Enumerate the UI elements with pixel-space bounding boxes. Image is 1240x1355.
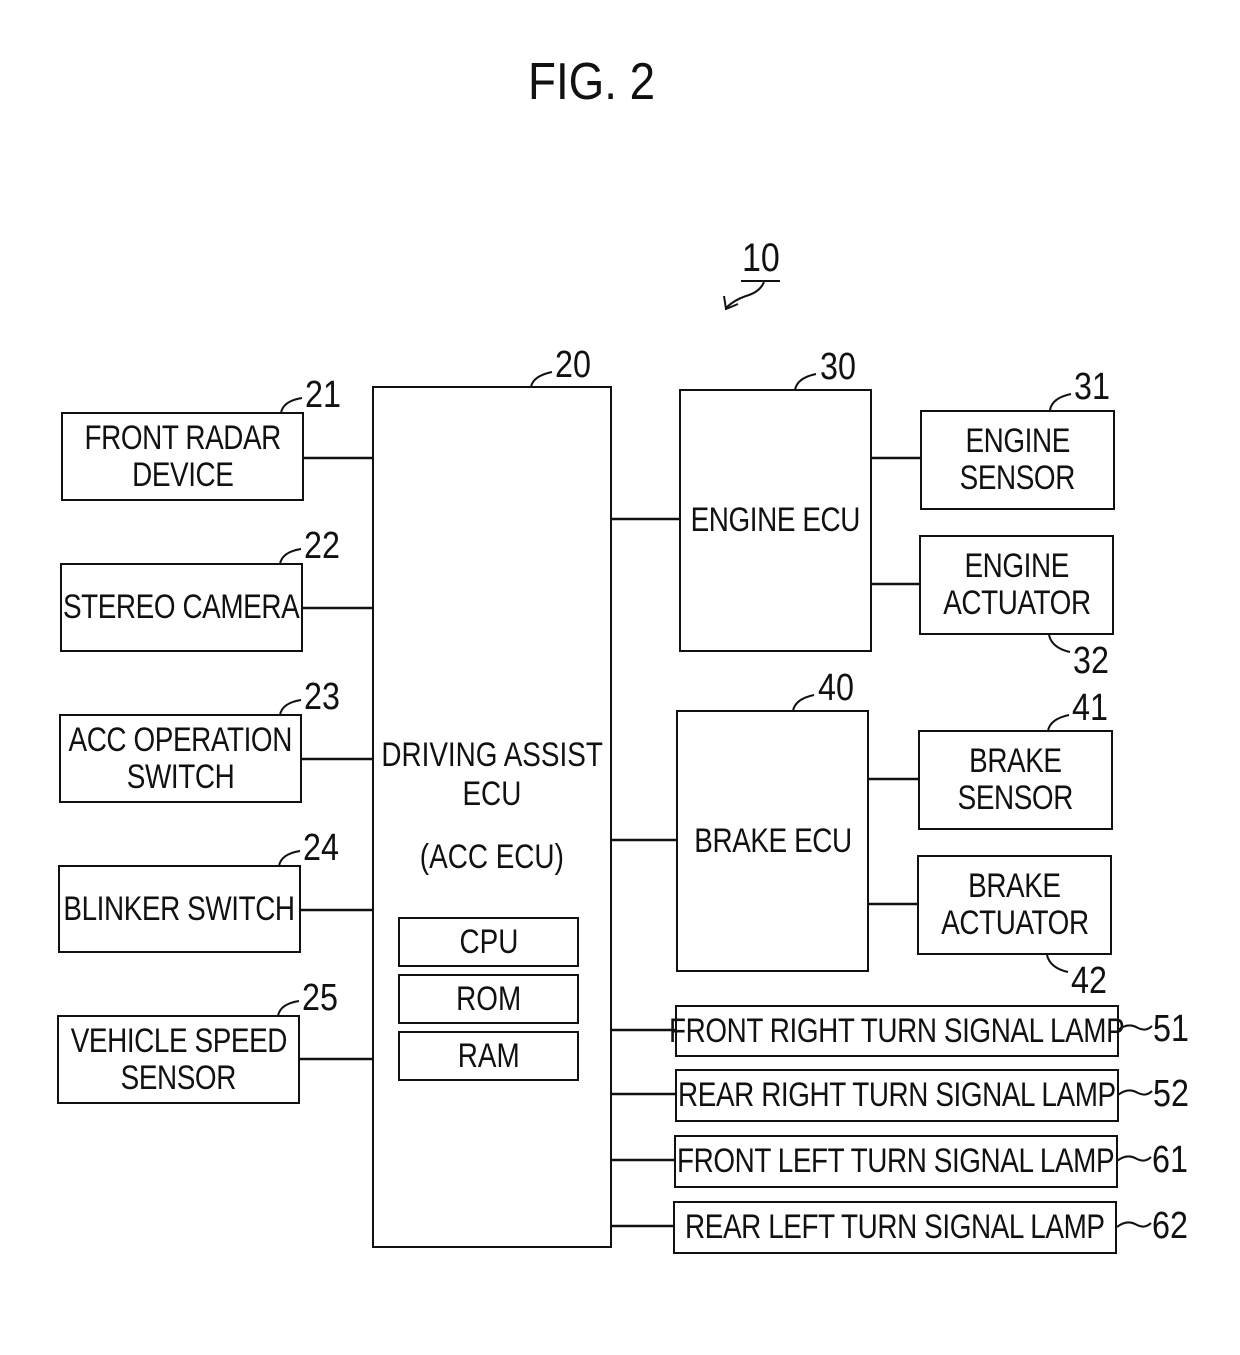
- leader-24: [278, 850, 301, 867]
- ref-24: 24: [303, 827, 339, 869]
- leader-40: [792, 694, 815, 712]
- leader-42: [1046, 954, 1069, 973]
- leader-32: [1048, 634, 1071, 653]
- leader-23: [279, 699, 302, 716]
- ref-61: 61: [1152, 1139, 1188, 1181]
- leader-62: [1116, 1221, 1152, 1228]
- box-label-line: BLINKER SWITCH: [63, 889, 296, 928]
- box-label-line: SWITCH: [126, 757, 235, 796]
- ref-31: 31: [1074, 366, 1110, 408]
- box-label-line: ENGINE: [964, 547, 1069, 586]
- ref-51: 51: [1153, 1008, 1189, 1050]
- leader-22: [279, 548, 302, 565]
- brake-ecu-label: BRAKE ECU: [693, 821, 852, 860]
- box-label-line: ACC OPERATION: [68, 720, 293, 759]
- driving-assist-ecu-title: DRIVING ASSIST ECU (ACC ECU): [372, 736, 612, 877]
- box-label-line: SENSOR: [957, 779, 1074, 817]
- cpu-label: CPU: [459, 922, 518, 961]
- box-label-line: DEVICE: [131, 455, 234, 494]
- front-left-turn-signal-lamp-box: FRONT LEFT TURN SIGNAL LAMP: [674, 1135, 1118, 1188]
- front-radar-device-box: FRONT RADAR DEVICE: [61, 412, 304, 501]
- vehicle-speed-sensor-box: VEHICLE SPEED SENSOR: [57, 1015, 300, 1104]
- rear-left-turn-signal-lamp-box: REAR LEFT TURN SIGNAL LAMP: [673, 1201, 1117, 1254]
- ref-42: 42: [1071, 960, 1107, 1002]
- cpu-box: CPU: [398, 917, 579, 967]
- box-label-line: ACTUATOR: [942, 584, 1091, 622]
- box-label-line: ACTUATOR: [940, 904, 1089, 942]
- rear-right-turn-signal-lamp-box: REAR RIGHT TURN SIGNAL LAMP: [675, 1069, 1119, 1122]
- engine-ecu-label: ENGINE ECU: [690, 501, 861, 540]
- box-label-line: VEHICLE SPEED: [70, 1021, 287, 1060]
- box-label-line: FRONT RADAR: [84, 418, 281, 457]
- rom-box: ROM: [398, 974, 579, 1024]
- ref-25: 25: [302, 977, 338, 1019]
- leader-25: [277, 1000, 300, 1017]
- ref-10: 10: [742, 236, 780, 280]
- lamp-label: REAR RIGHT TURN SIGNAL LAMP: [678, 1076, 1116, 1115]
- brake-actuator-box: BRAKE ACTUATOR: [917, 855, 1112, 955]
- leader-10: [725, 281, 765, 309]
- front-right-turn-signal-lamp-box: FRONT RIGHT TURN SIGNAL LAMP: [669, 1005, 1125, 1057]
- main-ecu-subtitle: (ACC ECU): [419, 838, 565, 876]
- rom-label: ROM: [455, 979, 522, 1018]
- box-label-line: STEREO CAMERA: [63, 588, 300, 627]
- ref-22: 22: [304, 525, 340, 567]
- ram-box: RAM: [398, 1031, 579, 1081]
- figure-title: FIG. 2: [528, 53, 656, 111]
- lamp-label: REAR LEFT TURN SIGNAL LAMP: [685, 1208, 1105, 1247]
- leader-20: [530, 371, 553, 388]
- ref-30: 30: [820, 346, 856, 388]
- box-label-line: SENSOR: [959, 459, 1076, 497]
- brake-ecu-box: BRAKE ECU: [676, 710, 869, 972]
- acc-operation-switch-box: ACC OPERATION SWITCH: [59, 714, 302, 803]
- lamp-label: FRONT RIGHT TURN SIGNAL LAMP: [669, 1011, 1125, 1050]
- engine-sensor-box: ENGINE SENSOR: [920, 410, 1115, 510]
- leader-41: [1047, 714, 1070, 732]
- main-ecu-title-line1: DRIVING ASSIST: [381, 736, 603, 774]
- leader-61: [1116, 1155, 1152, 1162]
- ref-32: 32: [1073, 640, 1109, 682]
- engine-ecu-box: ENGINE ECU: [679, 389, 872, 652]
- engine-actuator-box: ENGINE ACTUATOR: [919, 535, 1114, 635]
- box-label-line: BRAKE: [969, 742, 1062, 781]
- box-label-line: ENGINE: [965, 422, 1070, 461]
- ref-20: 20: [555, 344, 591, 386]
- brake-sensor-box: BRAKE SENSOR: [918, 730, 1113, 830]
- ref-62: 62: [1152, 1205, 1188, 1247]
- leader-21: [280, 397, 303, 414]
- ref-21: 21: [305, 374, 341, 416]
- box-label-line: BRAKE: [968, 867, 1061, 906]
- stereo-camera-box: STEREO CAMERA: [60, 563, 303, 652]
- main-ecu-title-line2: ECU: [462, 775, 522, 813]
- leader-31: [1049, 393, 1072, 411]
- ram-label: RAM: [457, 1036, 520, 1075]
- leader-52: [1117, 1089, 1153, 1096]
- box-label-line: SENSOR: [120, 1058, 237, 1097]
- ref-41: 41: [1072, 687, 1108, 729]
- lamp-label: FRONT LEFT TURN SIGNAL LAMP: [677, 1142, 1115, 1181]
- ref-52: 52: [1153, 1073, 1189, 1115]
- leader-30: [794, 373, 817, 391]
- ref-23: 23: [304, 676, 340, 718]
- blinker-switch-box: BLINKER SWITCH: [58, 865, 301, 953]
- ref-40: 40: [818, 667, 854, 709]
